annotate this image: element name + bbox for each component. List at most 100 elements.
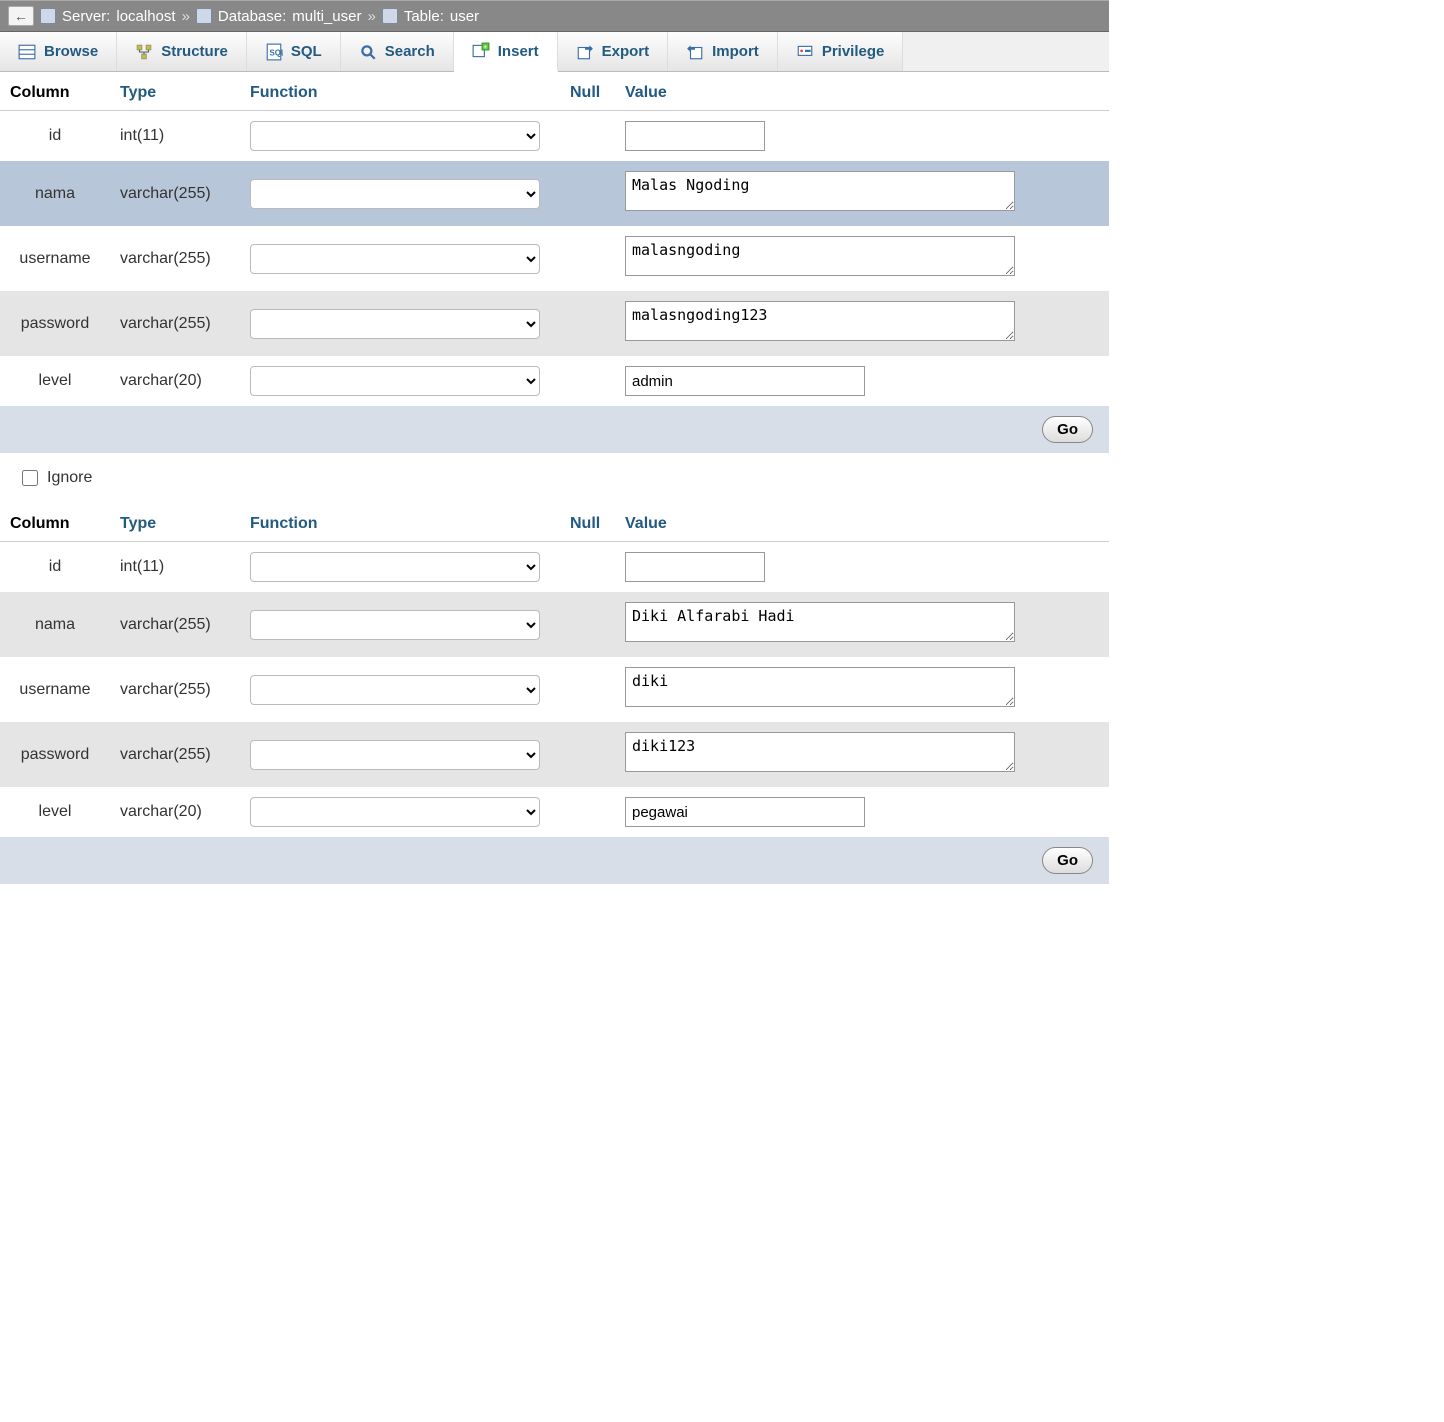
- tab-label: Privilege: [822, 43, 885, 60]
- svg-text:+: +: [483, 44, 487, 51]
- value-input[interactable]: [625, 732, 1015, 772]
- server-link[interactable]: localhost: [116, 8, 175, 25]
- privileges-icon: [796, 43, 814, 61]
- value-cell: [615, 356, 1109, 406]
- value-cell: [615, 291, 1109, 356]
- function-cell: [240, 111, 560, 162]
- column-name: id: [0, 542, 110, 593]
- header-value: Value: [615, 507, 1109, 542]
- function-select[interactable]: [250, 675, 540, 705]
- separator-icon: »: [368, 8, 376, 25]
- function-select[interactable]: [250, 309, 540, 339]
- tab-privileges[interactable]: Privilege: [778, 32, 904, 71]
- structure-icon: [135, 43, 153, 61]
- function-select[interactable]: [250, 797, 540, 827]
- header-function[interactable]: Function: [240, 507, 560, 542]
- column-type: int(11): [110, 111, 240, 162]
- column-name: password: [0, 291, 110, 356]
- column-name: id: [0, 111, 110, 162]
- insert-table-2: Column Type Function Null Value idint(11…: [0, 507, 1109, 837]
- header-function[interactable]: Function: [240, 76, 560, 111]
- value-input[interactable]: [625, 236, 1015, 276]
- insert-table-1: Column Type Function Null Value idint(11…: [0, 76, 1109, 406]
- tab-search[interactable]: Search: [341, 32, 454, 71]
- table-row: passwordvarchar(255): [0, 722, 1109, 787]
- header-type[interactable]: Type: [110, 507, 240, 542]
- table-link[interactable]: user: [450, 8, 479, 25]
- function-select[interactable]: [250, 179, 540, 209]
- back-button[interactable]: ←: [8, 6, 34, 26]
- function-cell: [240, 722, 560, 787]
- table-row: usernamevarchar(255): [0, 226, 1109, 291]
- browse-icon: [18, 43, 36, 61]
- header-column: Column: [0, 507, 110, 542]
- go-row-1: Go: [0, 406, 1109, 453]
- function-cell: [240, 291, 560, 356]
- tab-label: Browse: [44, 43, 98, 60]
- ignore-label: Ignore: [47, 469, 92, 487]
- table-row: levelvarchar(20): [0, 356, 1109, 406]
- value-cell: [615, 657, 1109, 722]
- tab-export[interactable]: Export: [558, 32, 669, 71]
- value-input[interactable]: [625, 171, 1015, 211]
- table-row: levelvarchar(20): [0, 787, 1109, 837]
- function-select[interactable]: [250, 121, 540, 151]
- header-value: Value: [615, 76, 1109, 111]
- tab-label: SQL: [291, 43, 322, 60]
- function-cell: [240, 542, 560, 593]
- function-cell: [240, 657, 560, 722]
- tab-import[interactable]: Import: [668, 32, 778, 71]
- tab-label: Import: [712, 43, 759, 60]
- search-icon: [359, 43, 377, 61]
- go-button[interactable]: Go: [1042, 416, 1093, 443]
- value-input[interactable]: [625, 121, 765, 151]
- function-select[interactable]: [250, 552, 540, 582]
- tab-bar: Browse Structure SQL SQL Search + Insert…: [0, 32, 1109, 72]
- value-input[interactable]: [625, 667, 1015, 707]
- null-cell: [560, 722, 615, 787]
- tab-sql[interactable]: SQL SQL: [247, 32, 341, 71]
- function-cell: [240, 226, 560, 291]
- function-select[interactable]: [250, 366, 540, 396]
- table-icon: [382, 8, 398, 24]
- function-select[interactable]: [250, 244, 540, 274]
- column-type: varchar(255): [110, 161, 240, 226]
- value-cell: [615, 111, 1109, 162]
- null-cell: [560, 542, 615, 593]
- null-cell: [560, 111, 615, 162]
- server-label: Server:: [62, 8, 110, 25]
- value-cell: [615, 542, 1109, 593]
- tab-insert[interactable]: + Insert: [454, 32, 558, 72]
- null-cell: [560, 226, 615, 291]
- insert-icon: +: [472, 42, 490, 60]
- column-name: username: [0, 226, 110, 291]
- column-type: varchar(20): [110, 356, 240, 406]
- column-name: level: [0, 356, 110, 406]
- column-name: password: [0, 722, 110, 787]
- table-row: namavarchar(255): [0, 592, 1109, 657]
- table-row: namavarchar(255): [0, 161, 1109, 226]
- column-type: varchar(255): [110, 592, 240, 657]
- value-input[interactable]: [625, 797, 865, 827]
- value-input[interactable]: [625, 552, 765, 582]
- header-null: Null: [560, 76, 615, 111]
- header-type[interactable]: Type: [110, 76, 240, 111]
- table-row: passwordvarchar(255): [0, 291, 1109, 356]
- header-null: Null: [560, 507, 615, 542]
- column-name: nama: [0, 161, 110, 226]
- column-type: varchar(255): [110, 226, 240, 291]
- value-input[interactable]: [625, 602, 1015, 642]
- function-cell: [240, 356, 560, 406]
- value-input[interactable]: [625, 301, 1015, 341]
- tab-browse[interactable]: Browse: [0, 32, 117, 71]
- database-link[interactable]: multi_user: [292, 8, 361, 25]
- function-cell: [240, 592, 560, 657]
- function-select[interactable]: [250, 740, 540, 770]
- tab-structure[interactable]: Structure: [117, 32, 247, 71]
- value-input[interactable]: [625, 366, 865, 396]
- tab-label: Insert: [498, 43, 539, 60]
- value-cell: [615, 722, 1109, 787]
- go-button[interactable]: Go: [1042, 847, 1093, 874]
- function-select[interactable]: [250, 610, 540, 640]
- ignore-checkbox[interactable]: [22, 470, 38, 486]
